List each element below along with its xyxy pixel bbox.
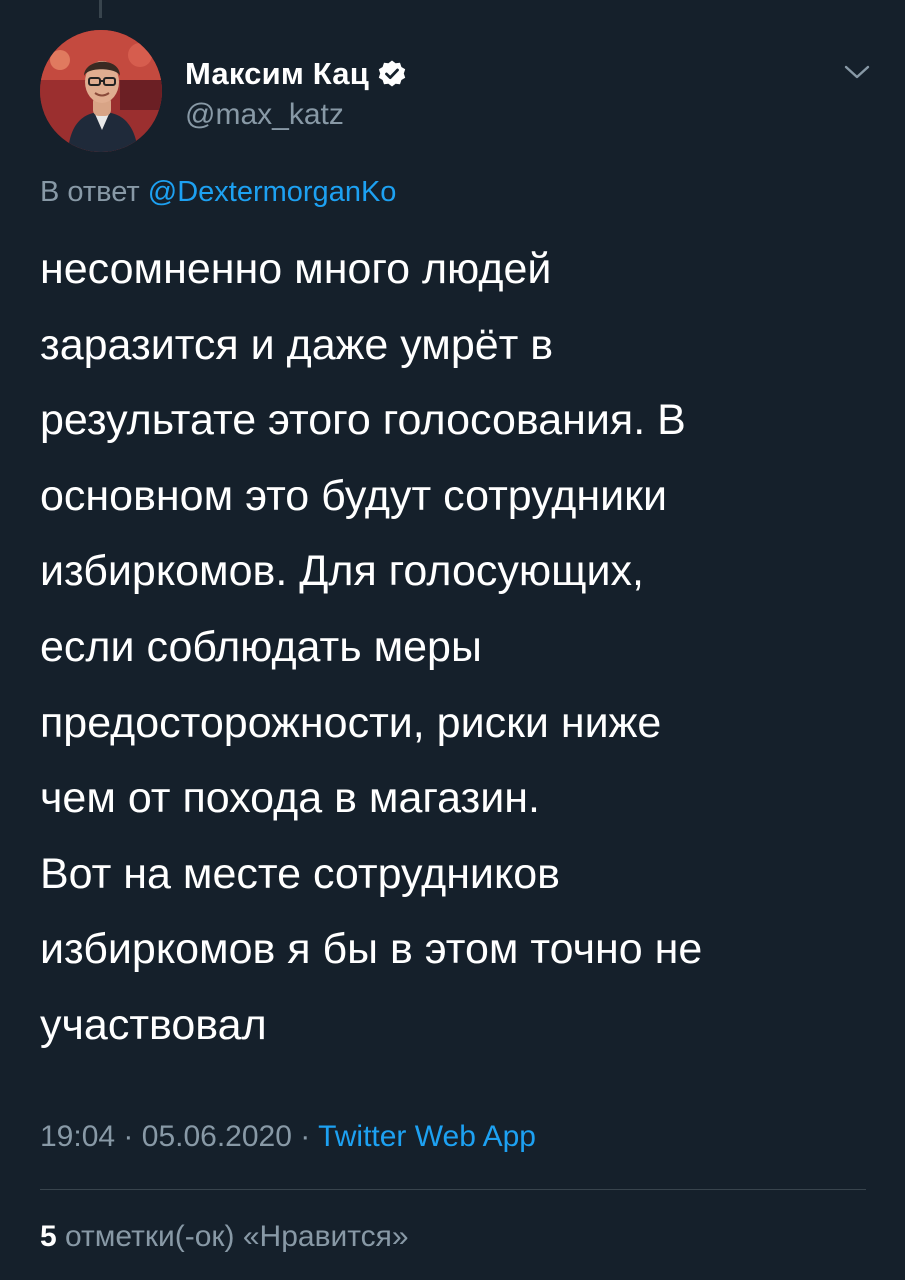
tweet-text-line: несомненно много людей — [40, 245, 552, 293]
reply-context: В ответ @DextermorganKo — [40, 176, 396, 209]
tweet-text-line: если соблюдать меры — [40, 622, 482, 671]
tweet-text-line: участвовал — [40, 1000, 267, 1049]
meta-separator: · — [300, 1120, 311, 1153]
display-name[interactable]: Максим Кац — [185, 56, 369, 92]
divider — [40, 1189, 866, 1190]
user-handle[interactable]: @max_katz — [185, 98, 344, 132]
tweet-header: Максим Кац @max_katz — [40, 30, 880, 155]
tweet-text-line: избиркомов. Для голосующих, — [40, 547, 644, 596]
tweet-text-line: заразится и даже умрёт в — [40, 320, 554, 369]
tweet-text-line: основном это будут сотрудники — [40, 471, 667, 520]
likes-count: 5 — [40, 1220, 57, 1253]
verified-badge-icon — [377, 59, 407, 89]
reply-prefix: В ответ — [40, 176, 140, 208]
tweet-meta: 19:04 · 05.06.2020 · Twitter Web App — [40, 1120, 536, 1154]
thread-connector-line — [99, 0, 102, 18]
likes-label: отметки(-ок) «Нравится» — [65, 1220, 409, 1253]
tweet-date[interactable]: 05.06.2020 — [142, 1120, 292, 1153]
tweet-text-line: избиркомов я бы в этом точно не — [40, 925, 703, 974]
avatar-photo-icon — [40, 30, 162, 152]
tweet-text-line: Вот на месте сотрудников — [40, 849, 561, 898]
tweet-text-line: чем от похода в магазин. — [40, 774, 540, 823]
meta-separator: · — [123, 1120, 134, 1153]
tweet-text-line: результате этого голосования. В — [40, 396, 686, 445]
tweet-text-line: предосторожности, риски ниже — [40, 698, 662, 747]
likes-stat[interactable]: 5 отметки(-ок) «Нравится» — [40, 1220, 409, 1254]
tweet-time[interactable]: 19:04 — [40, 1120, 115, 1153]
chevron-down-icon[interactable] — [840, 60, 874, 84]
reply-mention-link[interactable]: @DextermorganKo — [148, 176, 397, 208]
name-row: Максим Кац — [185, 54, 407, 94]
tweet-source-link[interactable]: Twitter Web App — [318, 1120, 536, 1153]
avatar[interactable] — [40, 30, 162, 152]
tweet-text: несомненно много людей заразится и даже … — [40, 232, 870, 1064]
